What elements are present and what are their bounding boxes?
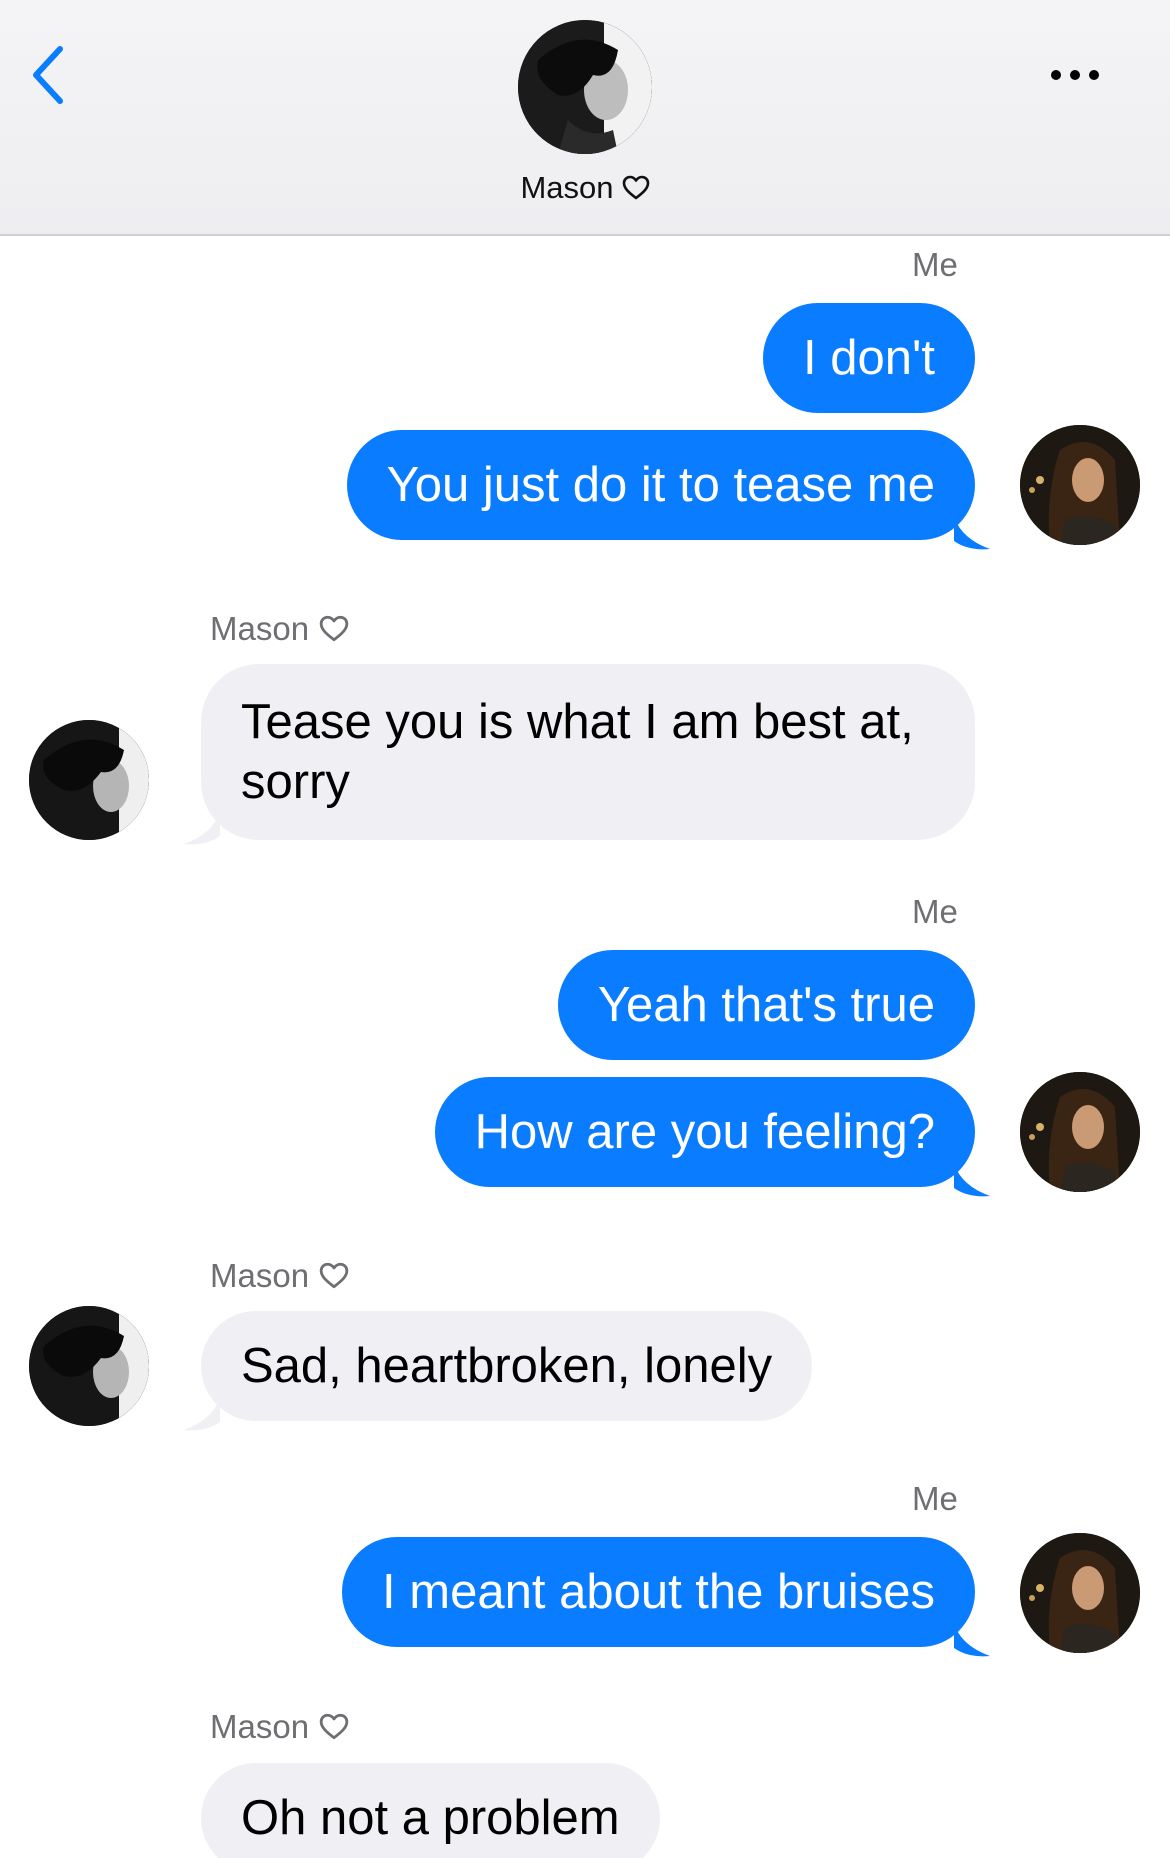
contact-photo — [29, 1306, 149, 1426]
my-avatar[interactable] — [1020, 425, 1140, 545]
message-bubble-outgoing[interactable]: You just do it to tease me — [346, 430, 975, 540]
heart-outline-icon — [319, 1262, 349, 1289]
sender-label-me: Me — [912, 246, 958, 283]
my-photo — [1020, 1072, 1140, 1192]
bubble-tail — [184, 1398, 220, 1431]
more-options-button[interactable] — [1040, 55, 1110, 95]
sender-label-mason: Mason — [210, 1257, 349, 1295]
contact-avatar-small[interactable] — [29, 720, 149, 840]
contact-name[interactable]: Mason — [0, 170, 1170, 206]
contact-avatar[interactable] — [518, 20, 652, 154]
contact-avatar-small[interactable] — [29, 1306, 149, 1426]
ellipsis-dot — [1070, 70, 1080, 80]
my-photo — [1020, 1533, 1140, 1653]
chevron-left-icon — [33, 46, 63, 104]
bubble-tail — [954, 1624, 990, 1657]
ellipsis-dot — [1051, 70, 1061, 80]
contact-photo — [518, 20, 652, 154]
sender-label-me: Me — [912, 1480, 958, 1517]
message-bubble-outgoing[interactable]: Yeah that's true — [557, 950, 975, 1060]
contact-name-text: Mason — [520, 170, 614, 205]
chat-header: Mason — [0, 0, 1170, 236]
bubble-tail — [954, 1164, 990, 1197]
chat-screen: Mason Me I don't You just do it to tease… — [0, 0, 1170, 1858]
heart-outline-icon — [319, 1713, 349, 1740]
sender-label-mason: Mason — [210, 610, 349, 648]
my-photo — [1020, 425, 1140, 545]
back-button[interactable] — [18, 40, 78, 110]
heart-outline-icon — [622, 175, 649, 200]
message-bubble-outgoing[interactable]: I meant about the bruises — [342, 1537, 975, 1647]
bubble-tail — [184, 812, 220, 845]
my-avatar[interactable] — [1020, 1533, 1140, 1653]
sender-label-me: Me — [912, 893, 958, 930]
contact-photo — [29, 720, 149, 840]
message-bubble-outgoing[interactable]: I don't — [763, 303, 975, 413]
message-bubble-incoming[interactable]: Sad, heartbroken, lonely — [201, 1311, 813, 1421]
heart-outline-icon — [319, 615, 349, 642]
message-bubble-incoming[interactable]: Tease you is what I am best at, sorry — [201, 664, 975, 840]
bubble-tail — [954, 517, 990, 550]
message-bubble-outgoing[interactable]: How are you feeling? — [434, 1077, 975, 1187]
my-avatar[interactable] — [1020, 1072, 1140, 1192]
message-bubble-incoming[interactable]: Oh not a problem — [201, 1763, 660, 1858]
sender-label-mason: Mason — [210, 1708, 349, 1746]
ellipsis-dot — [1089, 70, 1099, 80]
